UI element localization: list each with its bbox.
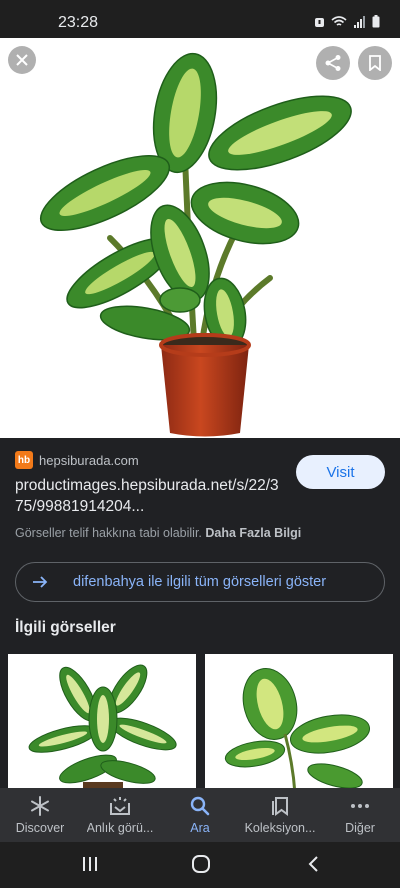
nav-label: Diğer	[345, 821, 375, 835]
nav-more[interactable]: Diğer	[320, 788, 400, 842]
back-icon[interactable]	[306, 854, 320, 874]
status-time: 23:28	[58, 14, 99, 31]
collections-icon	[272, 797, 288, 816]
copyright-notice: Görseller telif hakkına tabi olabilir. D…	[15, 526, 301, 540]
arrow-right-icon	[33, 576, 48, 588]
close-button[interactable]	[8, 46, 36, 74]
nav-label: Discover	[15, 821, 65, 835]
plant-thumbnail-image	[224, 668, 371, 794]
asterisk-icon	[31, 796, 49, 816]
nav-collections[interactable]: Koleksiyon...	[240, 788, 320, 842]
source-row[interactable]: hb hepsiburada.com	[15, 451, 139, 469]
bottom-navigation: Discover Anlık görü... Ara Koleksiyon...…	[0, 788, 400, 842]
share-icon	[325, 55, 341, 71]
related-images-title: İlgili görseller	[15, 619, 116, 636]
battery-icon	[372, 15, 380, 28]
alarm-icon	[315, 17, 324, 27]
plant-thumbnail-image	[28, 664, 177, 794]
plant-image	[39, 52, 352, 437]
related-image-thumbnail[interactable]	[8, 654, 196, 794]
more-info-link[interactable]: Daha Fazla Bilgi	[205, 526, 301, 540]
related-image-thumbnail[interactable]	[205, 654, 393, 794]
source-name: hepsiburada.com	[39, 452, 139, 468]
nav-search[interactable]: Ara	[160, 788, 240, 842]
visit-button[interactable]: Visit	[296, 455, 385, 489]
status-icons	[314, 15, 380, 28]
close-icon	[16, 54, 28, 66]
more-icon	[351, 804, 369, 808]
wifi-icon	[331, 15, 347, 26]
hepsiburada-logo: hb	[15, 451, 33, 469]
bookmark-icon	[369, 55, 381, 71]
status-bar: 23:28	[0, 0, 400, 38]
nav-discover[interactable]: Discover	[0, 788, 80, 842]
system-navigation-bar	[0, 842, 400, 888]
home-icon[interactable]	[191, 854, 211, 874]
nav-label: Anlık görü...	[86, 821, 154, 835]
share-button[interactable]	[316, 46, 350, 80]
all-images-button[interactable]: difenbahya ile ilgili tüm görselleri gös…	[15, 562, 385, 602]
image-viewer[interactable]	[0, 38, 400, 438]
nav-label: Koleksiyon...	[244, 821, 316, 835]
signal-icon	[354, 15, 365, 28]
snapshot-icon	[110, 797, 130, 815]
save-button[interactable]	[358, 46, 392, 80]
copyright-text: Görseller telif hakkına tabi olabilir.	[15, 526, 202, 540]
source-url[interactable]: productimages.hepsiburada.net/s/22/375/9…	[15, 475, 285, 517]
all-images-label: difenbahya ile ilgili tüm görselleri gös…	[73, 574, 327, 590]
recent-apps-icon[interactable]	[81, 854, 99, 874]
nav-snapshot[interactable]: Anlık görü...	[80, 788, 160, 842]
nav-label: Ara	[190, 821, 210, 835]
search-icon	[190, 796, 210, 816]
